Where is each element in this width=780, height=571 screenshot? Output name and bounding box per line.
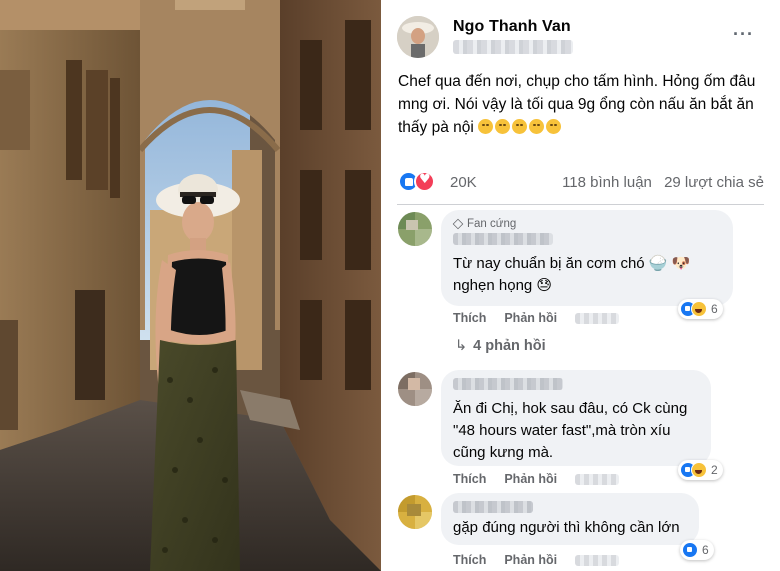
comment-time-blurred <box>575 312 620 324</box>
grimacing-face-icon <box>512 119 528 134</box>
caption-text: Chef qua đến nơi, chụp cho tấm hình. Hỏn… <box>398 73 756 136</box>
post-stats: 20K 118 bình luận 29 lượt chia sẻ <box>398 170 764 196</box>
comment-text: Từ nay chuẩn bị ăn cơm chó 🍚 🐶 nghẹn họn… <box>453 255 691 294</box>
comment-actions: Thích Phản hồi <box>453 472 620 486</box>
comment-reaction-count: 2 <box>711 463 718 477</box>
like-comment-button[interactable]: Thích <box>453 311 486 325</box>
comment-reactions[interactable]: 6 <box>678 299 723 319</box>
upside-down-face-icon <box>495 119 511 134</box>
like-comment-button[interactable]: Thích <box>453 553 486 567</box>
like-comment-button[interactable]: Thích <box>453 472 486 486</box>
post-caption: Chef qua đến nơi, chụp cho tấm hình. Hỏn… <box>398 70 768 139</box>
comment-text: gặp đúng người thì không cần lớn <box>453 519 680 536</box>
comment-actions: Thích Phản hồi <box>453 311 620 325</box>
replies-label: 4 phản hồi <box>473 338 546 354</box>
comment-reactions[interactable]: 6 <box>680 540 714 560</box>
view-replies-link[interactable]: ↳ 4 phản hồi <box>455 338 546 354</box>
more-options-icon[interactable]: ··· <box>733 24 754 45</box>
street-scene-image <box>0 0 381 571</box>
post-photo[interactable] <box>0 0 381 571</box>
comment-bubble: Ăn đi Chị, hok sau đâu, có Ck cùng "48 h… <box>441 370 711 466</box>
reply-comment-button[interactable]: Phản hồi <box>504 553 557 567</box>
reply-comment-button[interactable]: Phản hồi <box>504 472 557 486</box>
comment-text: Ăn đi Chị, hok sau đâu, có Ck cùng "48 h… <box>453 400 688 461</box>
haha-icon <box>691 462 707 478</box>
grimacing-face-icon <box>546 119 562 134</box>
reaction-count[interactable]: 20K <box>450 174 477 191</box>
post-timestamp-blurred <box>453 40 573 54</box>
author-name[interactable]: Ngo Thanh Van <box>453 18 571 36</box>
post-panel: Ngo Thanh Van ··· Chef qua đến nơi, chụp… <box>381 0 780 571</box>
comments-count[interactable]: 118 bình luận <box>562 174 652 191</box>
post-header: Ngo Thanh Van ··· <box>397 14 770 64</box>
comment-avatar-blurred[interactable] <box>398 372 432 406</box>
comment-reaction-count: 6 <box>702 543 709 557</box>
comment-time-blurred <box>575 554 620 566</box>
comment-actions: Thích Phản hồi <box>453 553 620 567</box>
open-hands-face-icon <box>529 119 545 134</box>
comment-bubble: gặp đúng người thì không cần lớn <box>441 493 699 545</box>
haha-icon <box>691 301 707 317</box>
comment-reactions[interactable]: 2 <box>678 460 723 480</box>
like-icon <box>682 542 698 558</box>
diamond-icon <box>452 218 464 230</box>
comment-bubble: Fan cứng Từ nay chuẩn bị ăn cơm chó 🍚 🐶 … <box>441 210 733 306</box>
shares-count[interactable]: 29 lượt chia sẻ <box>664 174 764 191</box>
reply-arrow-icon: ↳ <box>455 338 468 354</box>
caption-emojis <box>478 119 563 136</box>
comment-avatar-blurred[interactable] <box>398 212 432 246</box>
commenter-name-blurred[interactable] <box>453 378 563 390</box>
comment-time-blurred <box>575 473 620 485</box>
fan-badge: Fan cứng <box>452 218 721 230</box>
love-icon[interactable] <box>414 171 435 192</box>
comment-avatar-blurred[interactable] <box>398 495 432 529</box>
commenter-name-blurred[interactable] <box>453 233 553 245</box>
comment-reaction-count: 6 <box>711 302 718 316</box>
divider <box>397 204 764 205</box>
commenter-name-blurred[interactable] <box>453 501 533 513</box>
author-avatar[interactable] <box>397 16 439 58</box>
reply-comment-button[interactable]: Phản hồi <box>504 311 557 325</box>
badge-label: Fan cứng <box>467 218 517 230</box>
upside-down-face-icon <box>478 119 494 134</box>
